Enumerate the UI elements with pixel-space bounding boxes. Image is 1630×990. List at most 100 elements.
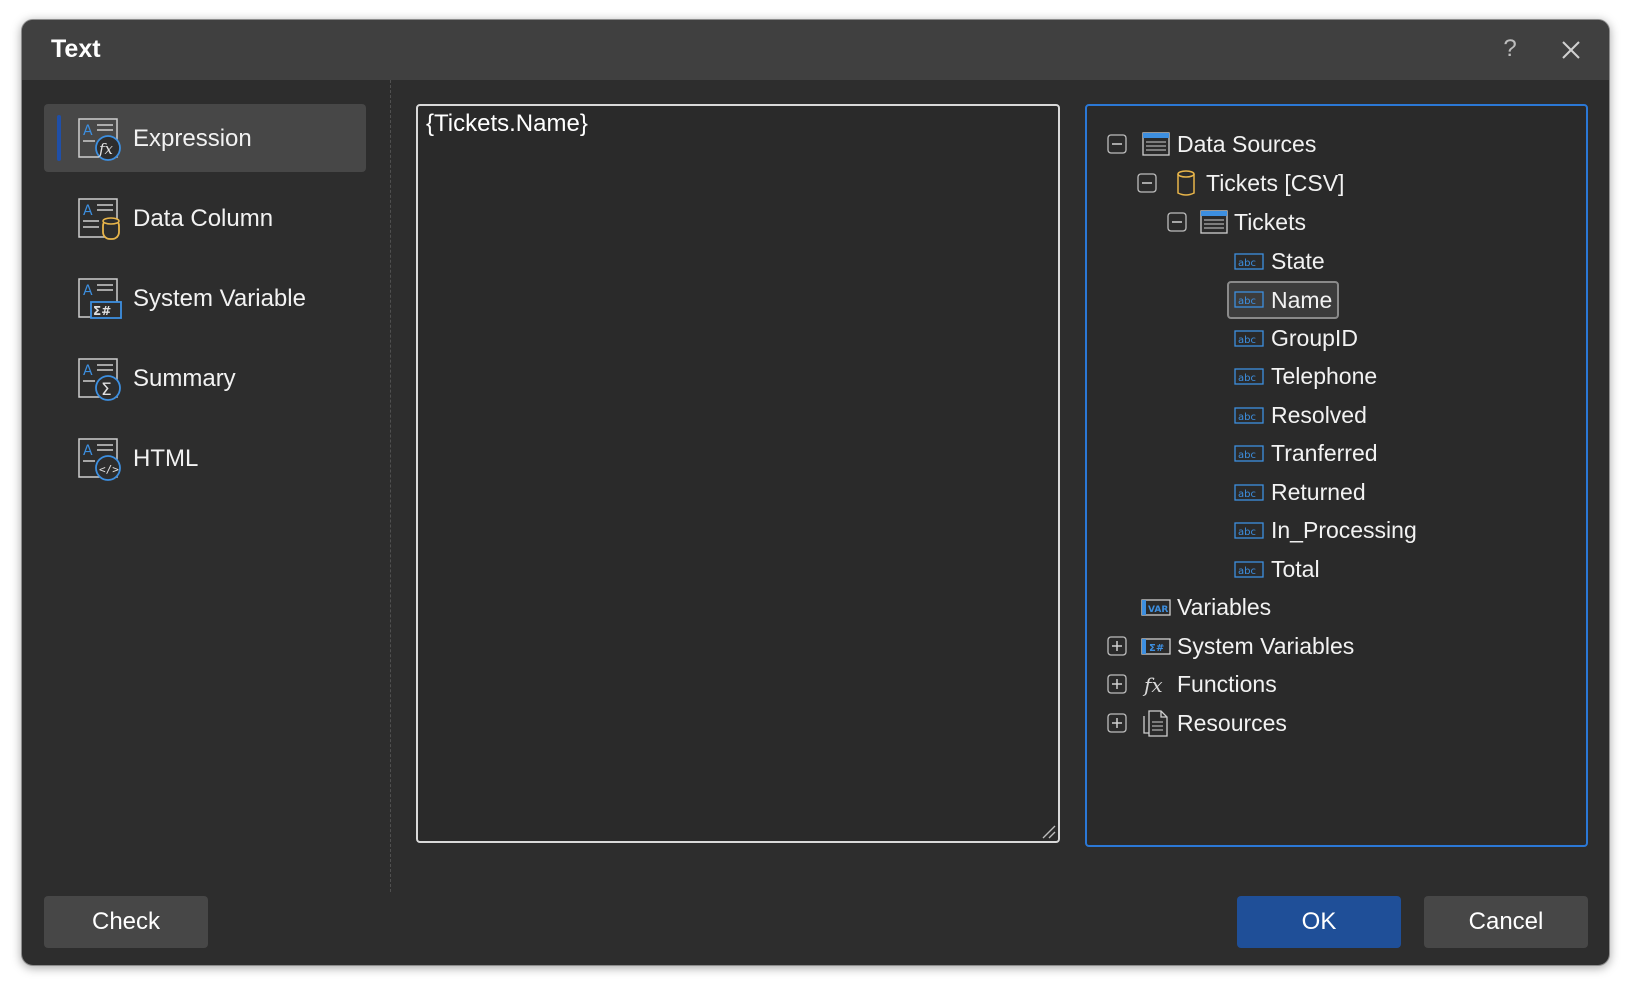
tree-node-data-sources[interactable]: Data Sources (1107, 126, 1567, 162)
close-icon (1562, 41, 1580, 59)
tree-column-total[interactable]: abc Total (1087, 551, 1567, 587)
system-variables-icon: Σ# (1141, 638, 1171, 655)
tree-column-state[interactable]: abc State (1087, 243, 1567, 279)
data-tree[interactable]: Data Sources Tickets [CSV] Tickets abc S… (1085, 104, 1588, 847)
tree-node-label: Tickets [CSV] (1206, 170, 1345, 196)
tree-node-label: Name (1271, 287, 1333, 313)
svg-text:A: A (83, 203, 93, 219)
expression-editor[interactable]: {Tickets.Name} (416, 104, 1060, 843)
expression-text[interactable]: {Tickets.Name} (426, 110, 1050, 138)
svg-text:A: A (83, 123, 93, 139)
tree-column-name[interactable]: abc Name (1087, 281, 1567, 319)
tree-node-variables[interactable]: VAR Variables (1107, 589, 1567, 625)
string-column-icon: abc (1234, 445, 1264, 462)
string-column-icon: abc (1234, 484, 1264, 501)
sidebar-item-label: Data Column (133, 205, 274, 232)
svg-text:VAR: VAR (1148, 605, 1168, 615)
sidebar-item-system-variable[interactable]: A Σ# System Variable (44, 264, 366, 332)
sidebar-item-html[interactable]: A </> HTML (44, 424, 366, 492)
svg-text:A: A (83, 283, 93, 299)
string-column-icon: abc (1234, 253, 1264, 270)
tree-node-functions[interactable]: fx Functions (1107, 666, 1567, 702)
string-column-icon: abc (1234, 522, 1264, 539)
string-column-icon: abc (1234, 368, 1264, 385)
tree-column-telephone[interactable]: abc Telephone (1087, 358, 1567, 394)
expression-icon: A fx (78, 118, 121, 161)
svg-text:</>: </> (99, 463, 119, 476)
panel-divider (390, 80, 391, 892)
html-icon: A </> (78, 438, 121, 481)
tree-column-tranferred[interactable]: abc Tranferred (1087, 435, 1567, 471)
string-column-icon: abc (1234, 330, 1264, 347)
tree-node-label: State (1271, 248, 1325, 274)
tree-column-returned[interactable]: abc Returned (1087, 474, 1567, 510)
collapse-icon[interactable] (1107, 134, 1127, 154)
summary-icon: A Σ (78, 358, 121, 401)
collapse-icon[interactable] (1137, 173, 1157, 193)
svg-text:abc: abc (1238, 412, 1256, 423)
sidebar-item-data-column[interactable]: A Data Column (44, 184, 366, 252)
tree-node-label: Returned (1271, 479, 1366, 505)
tree-column-in-processing[interactable]: abc In_Processing (1087, 512, 1567, 548)
tree-node-connection[interactable]: Tickets [CSV] (1137, 165, 1567, 201)
tree-node-label: In_Processing (1271, 517, 1417, 543)
variables-icon: VAR (1141, 599, 1171, 616)
table-icon (1200, 210, 1228, 234)
expand-icon[interactable] (1107, 674, 1127, 694)
expand-icon[interactable] (1107, 636, 1127, 656)
title-bar: Text ? (22, 20, 1609, 80)
svg-text:fx: fx (1142, 673, 1163, 697)
database-icon (1177, 170, 1195, 196)
sidebar-item-label: Summary (133, 365, 236, 392)
tree-node-label: Resolved (1271, 402, 1367, 428)
string-column-icon: abc (1234, 291, 1264, 308)
string-column-icon: abc (1234, 407, 1264, 424)
tree-node-label: Variables (1177, 594, 1272, 620)
close-button[interactable] (1553, 32, 1589, 68)
tree-column-resolved[interactable]: abc Resolved (1087, 397, 1567, 433)
data-sources-icon (1142, 132, 1170, 156)
svg-text:abc: abc (1238, 450, 1256, 461)
resize-grip-icon[interactable] (1040, 823, 1056, 839)
ok-button[interactable]: OK (1237, 896, 1401, 948)
sidebar-item-expression[interactable]: A fx Expression (44, 104, 366, 172)
tree-node-label: Total (1271, 556, 1320, 582)
sidebar-item-summary[interactable]: A Σ Summary (44, 344, 366, 412)
dialog-title: Text (51, 35, 101, 63)
tree-node-label: Telephone (1271, 363, 1378, 389)
string-column-icon: abc (1234, 561, 1264, 578)
svg-text:abc: abc (1238, 335, 1256, 346)
check-button[interactable]: Check (44, 896, 208, 948)
tree-column-groupid[interactable]: abc GroupID (1087, 320, 1567, 356)
tree-node-label: Tickets (1234, 209, 1306, 235)
tree-node-system-variables[interactable]: Σ# System Variables (1107, 628, 1567, 664)
data-column-icon: A (78, 198, 120, 240)
sidebar-item-label: Expression (133, 125, 252, 152)
tree-node-label: System Variables (1177, 633, 1355, 659)
svg-text:A: A (83, 443, 93, 459)
resources-icon (1143, 710, 1168, 737)
svg-text:abc: abc (1238, 258, 1256, 269)
sidebar-item-label: HTML (133, 445, 199, 472)
cancel-button[interactable]: Cancel (1424, 896, 1588, 948)
svg-text:A: A (83, 363, 93, 379)
svg-text:fx: fx (98, 140, 114, 158)
tree-node-label: Tranferred (1271, 440, 1378, 466)
sidebar-item-label: System Variable (133, 285, 306, 312)
svg-text:abc: abc (1238, 489, 1256, 500)
svg-text:Σ#: Σ# (1149, 643, 1164, 654)
svg-text:abc: abc (1238, 373, 1256, 384)
text-dialog: Text ? A fx Expression A Data Column A Σ… (21, 19, 1610, 966)
tree-node-resources[interactable]: Resources (1107, 705, 1567, 741)
tree-node-label: GroupID (1271, 325, 1358, 351)
system-variable-icon: A Σ# (78, 278, 122, 319)
svg-text:abc: abc (1238, 296, 1256, 307)
tree-node-label: Functions (1177, 671, 1277, 697)
svg-text:abc: abc (1238, 527, 1256, 538)
functions-icon: fx (1142, 673, 1163, 697)
expand-icon[interactable] (1107, 713, 1127, 733)
tree-node-label: Data Sources (1177, 131, 1317, 157)
tree-node-table[interactable]: Tickets (1167, 204, 1567, 240)
help-button[interactable]: ? (1493, 32, 1527, 66)
collapse-icon[interactable] (1167, 212, 1187, 232)
